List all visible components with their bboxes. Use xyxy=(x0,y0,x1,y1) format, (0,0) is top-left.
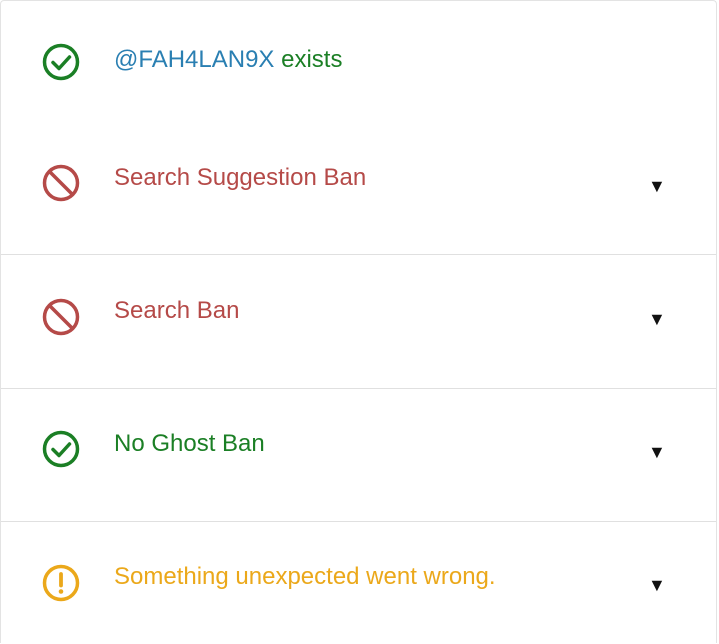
check-row-reply-deboosting[interactable]: Something unexpected went wrong. ▼ xyxy=(1,522,716,644)
ban-icon xyxy=(41,297,81,337)
check-label: No Ghost Ban xyxy=(114,430,265,457)
exists-suffix: exists xyxy=(274,46,343,73)
expand-arrow-icon[interactable]: ▼ xyxy=(648,176,666,196)
check-circle-icon xyxy=(41,42,81,82)
check-label: Search Ban xyxy=(114,297,240,324)
expand-arrow-icon[interactable]: ▼ xyxy=(648,309,666,329)
expand-arrow-icon[interactable]: ▼ xyxy=(648,442,666,462)
account-handle[interactable]: @FAH4LAN9X xyxy=(114,46,274,73)
account-exists-text: @FAH4LAN9X exists xyxy=(114,45,342,75)
check-row-search-ban[interactable]: Search Ban ▼ xyxy=(1,255,716,389)
check-row-ghost-ban[interactable]: No Ghost Ban ▼ xyxy=(1,389,716,522)
check-label: Search Suggestion Ban xyxy=(114,164,367,191)
ban-icon xyxy=(41,163,81,203)
exclamation-circle-icon xyxy=(41,563,81,603)
account-exists-row: @FAH4LAN9X exists xyxy=(1,1,716,121)
shadowban-results-card: @FAH4LAN9X exists Search Suggestion Ban … xyxy=(0,0,717,643)
check-label: Something unexpected went wrong. xyxy=(114,563,496,590)
expand-arrow-icon[interactable]: ▼ xyxy=(648,575,666,595)
check-circle-icon xyxy=(41,429,81,469)
check-row-search-suggestion-ban[interactable]: Search Suggestion Ban ▼ xyxy=(1,121,716,255)
